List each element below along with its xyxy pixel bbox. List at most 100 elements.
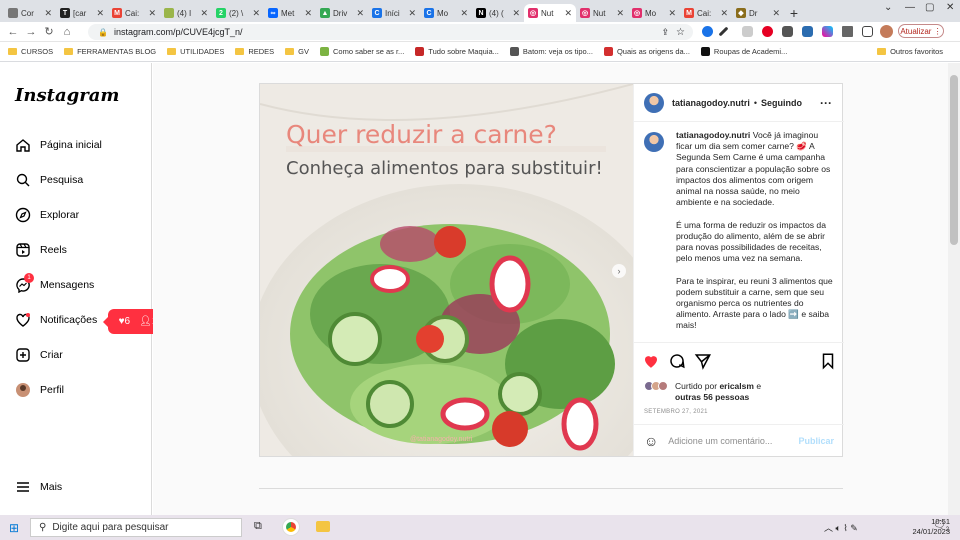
windows-start-icon[interactable]: ⊞: [9, 521, 19, 535]
sidebar-item-reels[interactable]: Reels: [15, 242, 67, 258]
browser-tab[interactable]: M Cai: ✕: [108, 4, 160, 22]
caption-username[interactable]: tatianagodoy.nutri: [676, 130, 750, 140]
tab-close-icon[interactable]: ✕: [668, 8, 676, 19]
tab-close-icon[interactable]: ✕: [720, 8, 728, 19]
forward-icon[interactable]: →: [22, 26, 40, 38]
browser-tab[interactable]: T [car ✕: [56, 4, 108, 22]
tab-close-icon[interactable]: ✕: [772, 8, 780, 19]
browser-tab[interactable]: M Cai: ✕: [680, 4, 732, 22]
other-bookmarks[interactable]: Outros favoritos: [877, 47, 943, 56]
tab-close-icon[interactable]: ✕: [304, 8, 312, 19]
sidepanel-icon[interactable]: [862, 26, 873, 37]
more-menu-item[interactable]: Mais: [15, 479, 62, 495]
browser-tab[interactable]: N (4) (✕: [472, 4, 524, 22]
liked-by-user[interactable]: ericalsm: [719, 381, 754, 391]
bookmark-folder[interactable]: CURSOS: [8, 47, 53, 56]
browser-tab[interactable]: ▲ Driv ✕: [316, 4, 368, 22]
post-date[interactable]: SETEMBRO 27, 2021: [644, 409, 708, 415]
likes-others[interactable]: outras 56 pessoas: [675, 392, 749, 402]
bookmark-link[interactable]: Batom: veja os tipo...: [509, 47, 593, 56]
browser-tab[interactable]: Cor ✕: [4, 4, 56, 22]
sidebar-item-messenger[interactable]: 1 Mensagens: [15, 273, 94, 293]
bookmark-folder[interactable]: REDES: [235, 47, 274, 56]
pinterest-icon[interactable]: [762, 26, 773, 37]
extension-icon-1[interactable]: [702, 26, 713, 37]
notification-center-icon[interactable]: 🗨︎2: [933, 520, 949, 533]
comment-input[interactable]: Adicione um comentário...: [668, 436, 772, 446]
extension-icon-3[interactable]: [742, 26, 753, 37]
window-chevron-icon[interactable]: ⌄: [884, 2, 892, 13]
file-explorer-icon[interactable]: [316, 521, 330, 532]
tab-close-icon[interactable]: ✕: [408, 8, 416, 19]
post-image[interactable]: Quer reduzir a carne? Conheça alimentos …: [260, 84, 633, 456]
tab-close-icon[interactable]: ✕: [356, 8, 364, 19]
update-button[interactable]: Atualizar ⋮: [898, 24, 944, 38]
browser-tab[interactable]: ∞ Met ✕: [264, 4, 316, 22]
tab-close-icon[interactable]: ✕: [200, 8, 208, 19]
url-omnibox[interactable]: 🔒 instagram.com/p/CUVE4jcgT_n/ ⇪ ☆: [88, 24, 693, 40]
bookmark-folder[interactable]: FERRAMENTAS BLOG: [64, 47, 156, 56]
tab-close-icon[interactable]: ✕: [460, 8, 468, 19]
caption-avatar[interactable]: [644, 132, 664, 152]
follow-status[interactable]: Seguindo: [761, 98, 802, 108]
tab-close-icon[interactable]: ✕: [96, 8, 104, 19]
save-bookmark-icon[interactable]: [819, 352, 837, 370]
maximize-button[interactable]: ▢: [925, 2, 934, 13]
emoji-icon[interactable]: ☺: [644, 433, 658, 449]
tab-close-icon[interactable]: ✕: [512, 8, 520, 19]
tray-icons[interactable]: ︿ 🔈︎ ⌇ ✎: [824, 521, 858, 534]
share-plane-icon[interactable]: [694, 352, 712, 370]
author-username[interactable]: tatianagodoy.nutri: [672, 98, 750, 108]
bookmark-star-icon[interactable]: ☆: [676, 27, 685, 38]
instagram-logo[interactable]: Instagram: [15, 85, 119, 106]
browser-tab[interactable]: C Mo ✕: [420, 4, 472, 22]
back-icon[interactable]: ←: [4, 26, 22, 38]
taskbar-search[interactable]: ⚲ Digite aqui para pesquisar: [30, 518, 242, 537]
sidebar-item-plus-square[interactable]: Criar: [15, 347, 63, 363]
puzzle-icon[interactable]: [842, 26, 853, 37]
like-heart-icon[interactable]: [642, 352, 660, 370]
close-window-button[interactable]: ✕: [946, 2, 954, 13]
bookmark-folder[interactable]: GV: [285, 47, 309, 56]
sidebar-item-search[interactable]: Pesquisa: [15, 172, 83, 188]
extension-icon-7[interactable]: [822, 26, 833, 37]
bookmark-link[interactable]: Quais as origens da...: [603, 47, 690, 56]
browser-tab[interactable]: ◆ Dr ✕: [732, 4, 784, 22]
profile-avatar-browser[interactable]: [880, 25, 893, 38]
sidebar-item-home[interactable]: Página inicial: [15, 137, 102, 153]
bookmark-link[interactable]: Tudo sobre Maquia...: [415, 47, 499, 56]
extension-icon-5[interactable]: [782, 26, 793, 37]
scrollbar-thumb[interactable]: [950, 75, 958, 245]
browser-tab[interactable]: ◎ Nut ✕: [576, 4, 628, 22]
home-browser-icon[interactable]: ⌂: [58, 26, 76, 38]
tab-close-icon[interactable]: ✕: [148, 8, 156, 19]
browser-tab[interactable]: ◎ Nut ✕: [524, 4, 576, 22]
share-icon[interactable]: ⇪: [661, 27, 669, 38]
extension-icon-6[interactable]: [802, 26, 813, 37]
sidebar-item-heart[interactable]: Notificações: [15, 312, 97, 328]
bookmark-link[interactable]: Roupas de Academi...: [700, 47, 787, 56]
next-slide-button[interactable]: ›: [612, 264, 626, 278]
bookmark-link[interactable]: Como saber se as r...: [320, 47, 404, 56]
author-avatar[interactable]: [644, 92, 664, 113]
browser-tab[interactable]: 2 (2) \ ✕: [212, 4, 264, 22]
page-scrollbar[interactable]: [948, 63, 960, 515]
publish-button[interactable]: Publicar: [798, 436, 834, 446]
minimize-button[interactable]: —: [905, 2, 915, 13]
reload-icon[interactable]: ↻: [40, 25, 58, 38]
tab-close-icon[interactable]: ✕: [616, 8, 624, 19]
chrome-taskbar-icon[interactable]: [283, 519, 299, 535]
bookmark-folder[interactable]: UTILIDADES: [167, 47, 224, 56]
sidebar-item-compass[interactable]: Explorar: [15, 207, 79, 223]
sidebar-item-profile-avatar[interactable]: Perfil: [15, 382, 64, 398]
tab-close-icon[interactable]: ✕: [252, 8, 260, 19]
browser-tab[interactable]: ◎ Mo ✕: [628, 4, 680, 22]
browser-tab[interactable]: C Iníci ✕: [368, 4, 420, 22]
new-tab-button[interactable]: +: [784, 4, 804, 22]
tab-close-icon[interactable]: ✕: [44, 8, 52, 19]
more-options-icon[interactable]: ···: [820, 96, 832, 110]
tab-close-icon[interactable]: ✕: [564, 8, 572, 19]
browser-tab[interactable]: (4) I ✕: [160, 4, 212, 22]
task-view-icon[interactable]: ⧉: [254, 520, 262, 533]
comment-icon[interactable]: [668, 352, 686, 370]
